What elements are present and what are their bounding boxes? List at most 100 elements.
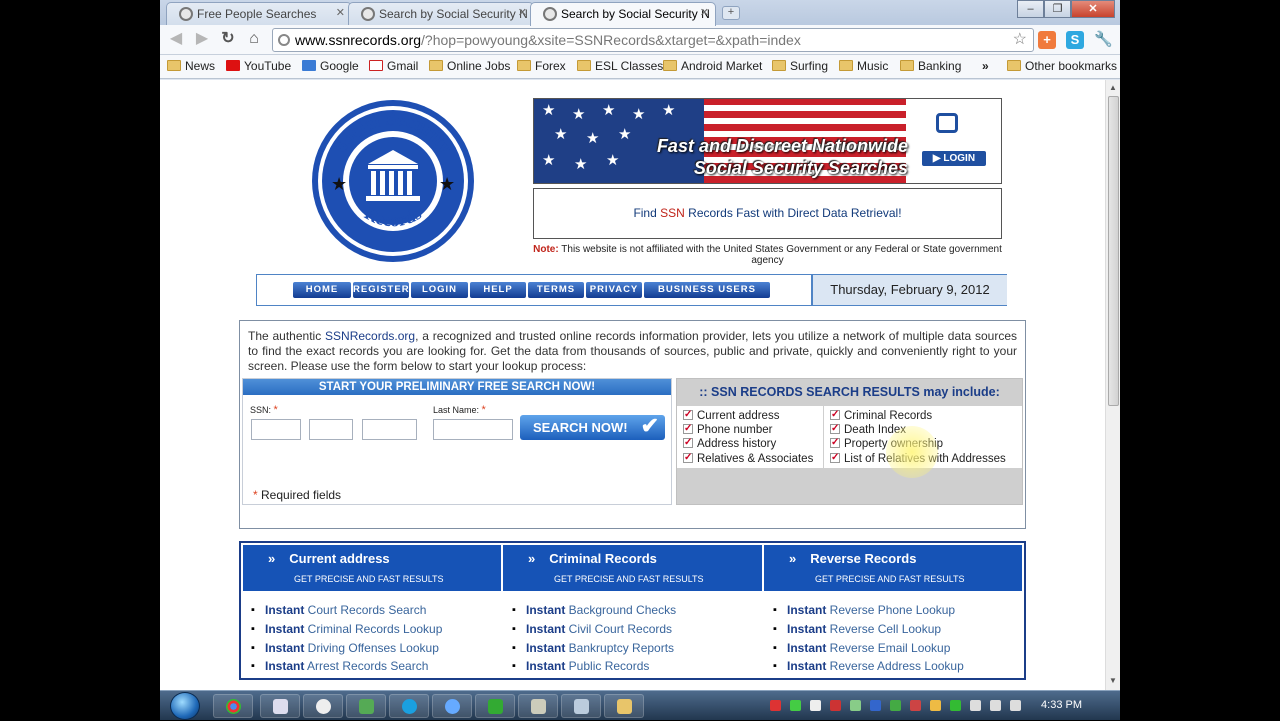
banner-login-button[interactable]: ▶ LOGIN — [922, 151, 986, 166]
taskbar-skype[interactable] — [389, 694, 429, 718]
list-item[interactable]: Instant Reverse Phone Lookup — [773, 601, 964, 620]
nationwide-search-banner[interactable]: ★ ★ ★ ★ ★ ★ ★ ★ ★ ★ ★ Fast and Discreet … — [533, 98, 1002, 184]
reload-icon[interactable]: ↻ — [218, 29, 238, 49]
taskbar-clock[interactable]: 4:33 PM — [1041, 699, 1082, 711]
list-item[interactable]: Instant Background Checks — [512, 601, 676, 620]
tab-close-icon[interactable]: ✕ — [336, 6, 345, 19]
list-item[interactable]: Instant Public Records — [512, 657, 676, 676]
taskbar-app-7[interactable] — [475, 694, 515, 718]
taskbar-app-4[interactable] — [346, 694, 386, 718]
taskbar-app-2[interactable] — [260, 694, 300, 718]
system-tray: 4:33 PM — [760, 691, 1120, 721]
tab-search-by-ssn-active[interactable]: Search by Social Security N ✕ — [530, 2, 716, 26]
tray-icon[interactable] — [770, 700, 781, 711]
taskbar-chrome[interactable] — [213, 694, 253, 718]
volume-icon[interactable] — [990, 700, 1001, 711]
forward-icon[interactable]: ▶ — [192, 29, 212, 49]
page-scrollbar[interactable]: ▲ ▼ — [1105, 80, 1120, 690]
new-tab-button[interactable]: + — [722, 6, 740, 20]
nav-home[interactable]: HOME — [293, 282, 351, 298]
list-item[interactable]: Instant Bankruptcy Reports — [512, 639, 676, 658]
list-item[interactable]: Instant Reverse Email Lookup — [773, 639, 964, 658]
tray-icon[interactable] — [890, 700, 901, 711]
tray-icon[interactable] — [810, 700, 821, 711]
tab-free-people-searches[interactable]: Free People Searches ✕ — [166, 2, 352, 25]
social-security-records-logo[interactable]: Social Security Records ★ ★ — [310, 98, 476, 264]
scrollbar-thumb[interactable] — [1108, 96, 1119, 406]
nav-register[interactable]: REGISTER — [353, 282, 409, 298]
nav-privacy[interactable]: PRIVACY — [586, 282, 642, 298]
taskbar-app-6[interactable] — [432, 694, 472, 718]
url-host: www.ssnrecords.org — [295, 32, 422, 48]
tray-icon[interactable] — [850, 700, 861, 711]
tray-icon[interactable] — [870, 700, 881, 711]
bookmark-youtube[interactable]: YouTube — [226, 59, 291, 73]
skype-extension-icon[interactable]: S — [1066, 31, 1084, 49]
nav-help[interactable]: HELP — [470, 282, 526, 298]
list-item[interactable]: Instant Reverse Cell Lookup — [773, 620, 964, 639]
tray-icon[interactable] — [1010, 700, 1021, 711]
list-item[interactable]: Instant Civil Court Records — [512, 620, 676, 639]
bookmark-esl-classes[interactable]: ESL Classes — [577, 59, 663, 73]
address-bar[interactable]: www.ssnrecords.org/?hop=powyoung&xsite=S… — [272, 28, 1034, 52]
wrench-icon[interactable]: 🔧 — [1094, 31, 1113, 49]
search-now-button[interactable]: SEARCH NOW! ✔ — [520, 413, 665, 440]
category-header-criminal-records[interactable]: » Criminal Records GET PRECISE AND FAST R… — [503, 545, 762, 591]
list-item: ✓ Criminal Records — [830, 409, 933, 422]
tray-icon[interactable] — [930, 700, 941, 711]
app-icon — [531, 699, 546, 714]
tray-icon[interactable] — [830, 700, 841, 711]
minimize-button[interactable]: – — [1017, 0, 1044, 18]
tray-icon[interactable] — [950, 700, 961, 711]
star-icon: ★ — [542, 102, 556, 119]
back-icon[interactable]: ◀ — [166, 29, 186, 49]
scroll-up-icon[interactable]: ▲ — [1109, 83, 1117, 92]
tab-close-icon[interactable]: ✕ — [700, 6, 709, 19]
ssn-part-3-input[interactable] — [362, 419, 417, 440]
nav-terms[interactable]: TERMS — [528, 282, 584, 298]
extension-plus-icon[interactable]: + — [1038, 31, 1056, 49]
bookmark-star-icon[interactable]: ☆ — [1013, 29, 1027, 51]
scroll-down-icon[interactable]: ▼ — [1109, 676, 1117, 685]
ssn-part-2-input[interactable] — [309, 419, 353, 440]
taskbar-app-3[interactable] — [303, 694, 343, 718]
bookmark-surfing[interactable]: Surfing — [772, 59, 828, 73]
start-button[interactable] — [170, 692, 200, 720]
bookmark-gmail[interactable]: Gmail — [369, 59, 418, 73]
bookmark-android-market[interactable]: Android Market — [663, 59, 762, 73]
bookmarks-overflow-chevron[interactable]: » — [982, 59, 989, 73]
taskbar-app-8[interactable] — [518, 694, 558, 718]
bookmark-forex[interactable]: Forex — [517, 59, 566, 73]
star-icon: ★ — [439, 174, 455, 194]
list-item[interactable]: Instant Court Records Search — [251, 601, 442, 620]
maximize-button[interactable]: ❐ — [1044, 0, 1071, 18]
list-item[interactable]: Instant Arrest Records Search — [251, 657, 442, 676]
last-name-input[interactable] — [433, 419, 513, 440]
bookmark-google[interactable]: Google — [302, 59, 359, 73]
network-icon[interactable] — [970, 700, 981, 711]
bookmark-banking[interactable]: Banking — [900, 59, 961, 73]
category-header-current-address[interactable]: » Current address GET PRECISE AND FAST RE… — [243, 545, 501, 591]
category-links-current-address: Instant Court Records Search Instant Cri… — [251, 601, 442, 676]
bookmark-news[interactable]: News — [167, 59, 215, 73]
bookmark-music[interactable]: Music — [839, 59, 888, 73]
bookmark-other-bookmarks[interactable]: Other bookmarks — [1007, 59, 1117, 73]
tray-icon[interactable] — [790, 700, 801, 711]
list-item[interactable]: Instant Criminal Records Lookup — [251, 620, 442, 639]
taskbar-app-9[interactable] — [561, 694, 601, 718]
tab-close-icon[interactable]: ✕ — [518, 6, 527, 19]
list-item[interactable]: Instant Reverse Address Lookup — [773, 657, 964, 676]
site-name-link[interactable]: SSNRecords.org — [325, 329, 415, 343]
ssn-part-1-input[interactable] — [251, 419, 301, 440]
taskbar-explorer[interactable] — [604, 694, 644, 718]
nav-business-users[interactable]: BUSINESS USERS — [644, 282, 770, 298]
category-header-reverse-records[interactable]: » Reverse Records GET PRECISE AND FAST RE… — [764, 545, 1022, 591]
nav-login[interactable]: LOGIN — [411, 282, 468, 298]
close-window-button[interactable]: ✕ — [1071, 0, 1115, 18]
app-icon — [445, 699, 460, 714]
bookmark-online-jobs[interactable]: Online Jobs — [429, 59, 510, 73]
tray-icon[interactable] — [910, 700, 921, 711]
tab-search-by-ssn-1[interactable]: Search by Social Security N ✕ — [348, 2, 534, 25]
home-icon[interactable]: ⌂ — [244, 29, 264, 49]
list-item[interactable]: Instant Driving Offenses Lookup — [251, 639, 442, 658]
